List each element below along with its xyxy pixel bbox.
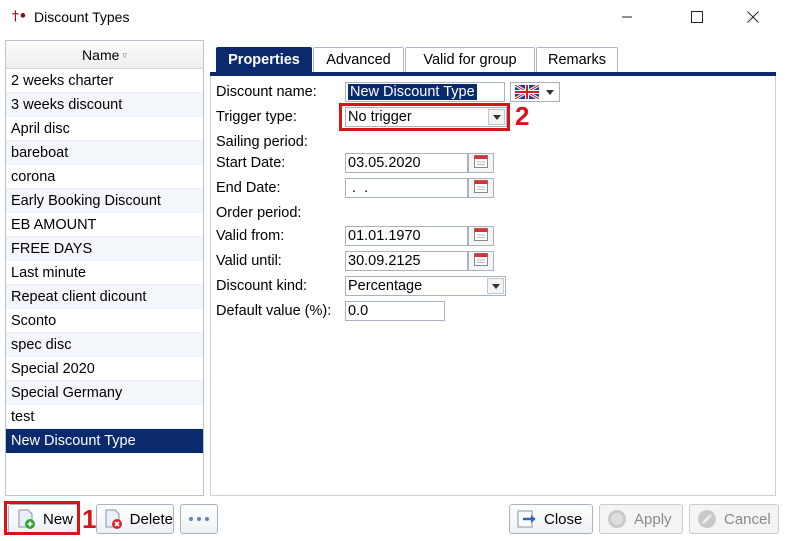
chevron-down-icon[interactable] — [487, 278, 504, 294]
start-date-label: Start Date: — [216, 155, 286, 171]
close-button-label: Close — [544, 510, 583, 528]
list-item[interactable]: 3 weeks discount — [6, 93, 203, 117]
delete-button-label: Delete — [129, 510, 173, 528]
default-value-label: Default value (%): — [216, 303, 332, 319]
order-period-label: Order period: — [216, 205, 302, 221]
exit-arrow-icon — [516, 508, 538, 530]
sailing-period-label: Sailing period: — [216, 134, 308, 150]
list-item[interactable]: bareboat — [6, 141, 203, 165]
delete-button[interactable]: Delete — [96, 504, 174, 534]
default-value-input[interactable]: 0.0 — [345, 301, 445, 321]
valid-from-label: Valid from: — [216, 228, 285, 244]
list-item[interactable]: April disc — [6, 117, 203, 141]
close-button[interactable]: Close — [509, 504, 593, 534]
title-bar: †• Discount Types — [0, 0, 790, 36]
annotation-highlight-1 — [4, 501, 80, 535]
end-date-calendar-button[interactable] — [468, 178, 494, 198]
language-selector[interactable] — [510, 82, 560, 102]
end-date-input[interactable]: . . — [345, 178, 468, 198]
maximize-icon[interactable] — [674, 0, 720, 34]
chevron-down-icon[interactable] — [541, 84, 558, 100]
calendar-icon — [474, 228, 488, 244]
app-logo-icon: †• — [12, 9, 28, 24]
discount-name-value: New Discount Type — [348, 84, 477, 100]
list-item[interactable]: Special 2020 — [6, 357, 203, 381]
list-item-selected[interactable]: New Discount Type — [6, 429, 203, 453]
discount-name-label: Discount name: — [216, 84, 317, 100]
discount-kind-label: Discount kind: — [216, 278, 308, 294]
valid-until-label: Valid until: — [216, 253, 282, 269]
discount-type-list[interactable]: Name ▿ 2 weeks charter 3 weeks discount … — [5, 40, 204, 496]
trigger-type-label: Trigger type: — [216, 109, 297, 125]
minimize-icon[interactable] — [604, 0, 650, 34]
tab-properties[interactable]: Properties — [216, 47, 312, 73]
annotation-step-1: 1 — [82, 504, 97, 534]
list-item[interactable]: corona — [6, 165, 203, 189]
calendar-icon — [474, 155, 488, 171]
end-date-label: End Date: — [216, 180, 281, 196]
valid-until-input[interactable]: 30.09.2125 — [345, 251, 468, 271]
list-item[interactable]: Last minute — [6, 261, 203, 285]
list-header-name[interactable]: Name ▿ — [6, 41, 203, 69]
close-icon[interactable] — [730, 0, 776, 34]
list-item[interactable]: test — [6, 405, 203, 429]
discount-name-input[interactable]: New Discount Type — [345, 82, 505, 102]
tab-valid-for-group[interactable]: Valid for group — [405, 47, 535, 73]
start-date-input[interactable]: 03.05.2020 — [345, 153, 468, 173]
cancel-button-label: Cancel — [724, 510, 771, 528]
annotation-highlight-2 — [339, 103, 510, 131]
list-item[interactable]: 2 weeks charter — [6, 69, 203, 93]
more-options-icon[interactable] — [180, 504, 218, 534]
delete-document-icon — [103, 508, 124, 530]
sort-filter-icon[interactable]: ▿ — [122, 50, 127, 61]
valid-until-calendar-button[interactable] — [468, 251, 494, 271]
list-item[interactable]: FREE DAYS — [6, 237, 203, 261]
cancel-icon — [696, 508, 718, 530]
tab-remarks[interactable]: Remarks — [536, 47, 618, 73]
discount-kind-value: Percentage — [348, 278, 423, 294]
list-item[interactable]: Sconto — [6, 309, 203, 333]
apply-button[interactable]: Apply — [599, 504, 683, 534]
apply-icon — [606, 508, 628, 530]
tab-advanced[interactable]: Advanced — [313, 47, 404, 73]
list-header-label: Name — [82, 46, 120, 63]
list-item[interactable]: EB AMOUNT — [6, 213, 203, 237]
start-date-calendar-button[interactable] — [468, 153, 494, 173]
annotation-step-2: 2 — [515, 101, 530, 131]
valid-from-calendar-button[interactable] — [468, 226, 494, 246]
calendar-icon — [474, 253, 488, 269]
list-item[interactable]: Early Booking Discount — [6, 189, 203, 213]
cancel-button[interactable]: Cancel — [689, 504, 779, 534]
list-item[interactable]: Repeat client dicount — [6, 285, 203, 309]
list-item[interactable]: Special Germany — [6, 381, 203, 405]
valid-from-input[interactable]: 01.01.1970 — [345, 226, 468, 246]
window-title: Discount Types — [34, 9, 130, 25]
discount-kind-select[interactable]: Percentage — [345, 276, 506, 296]
list-item[interactable]: spec disc — [6, 333, 203, 357]
calendar-icon — [474, 180, 488, 196]
apply-button-label: Apply — [634, 510, 672, 528]
